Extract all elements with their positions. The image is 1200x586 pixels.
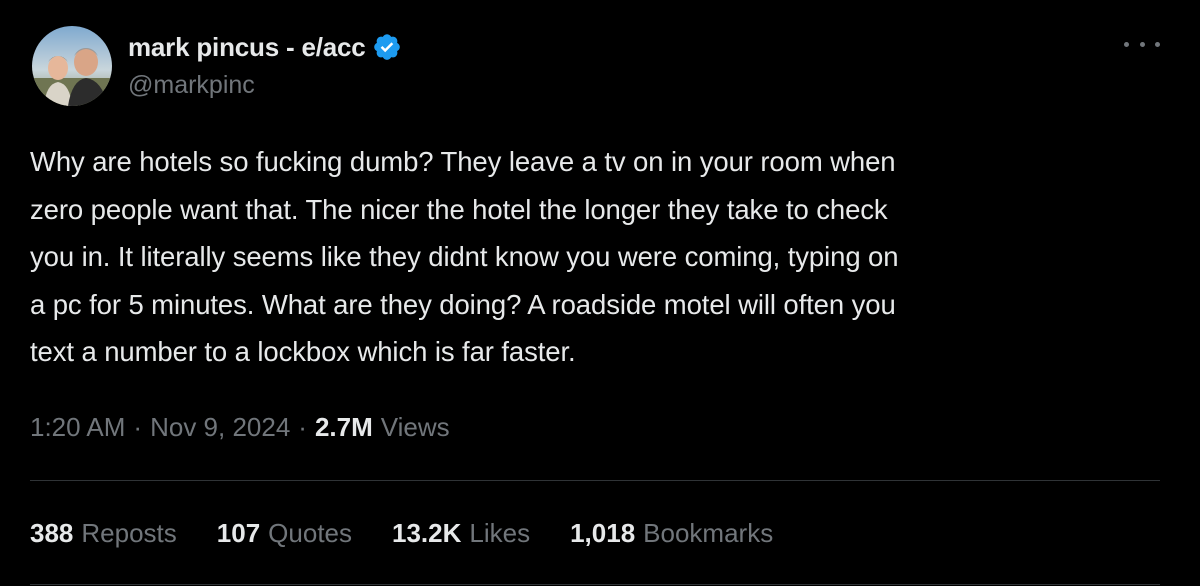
divider xyxy=(30,480,1160,481)
likes-count: 13.2K xyxy=(392,517,462,548)
meta-separator: · xyxy=(133,411,143,442)
meta-separator: · xyxy=(298,411,307,442)
engagement-stats: 388 Reposts 107 Quotes 13.2K Likes 1,018… xyxy=(30,514,813,552)
tweet-time[interactable]: 1:20 AM xyxy=(30,412,125,443)
reposts-stat[interactable]: 388 Reposts xyxy=(30,518,177,549)
views-label: Views xyxy=(380,411,450,442)
views-count: 2.7M xyxy=(314,411,373,442)
avatar[interactable] xyxy=(32,26,112,106)
tweet-detail: mark pincus - e/acc @markpinc Why are ho… xyxy=(0,0,1200,586)
divider xyxy=(30,584,1160,585)
quotes-stat[interactable]: 107 Quotes xyxy=(217,518,352,549)
bookmarks-stat[interactable]: 1,018 Bookmarks xyxy=(570,518,773,549)
tweet-date[interactable]: Nov 9, 2024 xyxy=(150,412,290,443)
likes-stat[interactable]: 13.2K Likes xyxy=(392,518,530,549)
verified-badge-icon[interactable] xyxy=(372,32,402,62)
author-name-row[interactable]: mark pincus - e/acc xyxy=(128,30,402,64)
likes-label: Likes xyxy=(469,517,531,548)
bookmarks-label: Bookmarks xyxy=(643,517,774,548)
quotes-count: 107 xyxy=(216,517,261,548)
more-dot xyxy=(1155,41,1160,47)
tweet-meta: 1:20 AM · Nov 9, 2024 · 2.7M Views xyxy=(30,408,450,446)
more-dot xyxy=(1124,41,1129,47)
display-name[interactable]: mark pincus - e/acc xyxy=(128,32,366,63)
more-dot xyxy=(1139,41,1145,47)
bookmarks-count: 1,018 xyxy=(570,517,636,548)
quotes-label: Quotes xyxy=(268,517,352,548)
reposts-count: 388 xyxy=(30,517,74,548)
author-handle[interactable]: @markpinc xyxy=(128,71,255,100)
tweet-text: Why are hotels so fucking dumb? They lea… xyxy=(30,146,899,367)
reposts-label: Reposts xyxy=(81,517,177,548)
more-options-icon[interactable] xyxy=(1124,34,1160,54)
